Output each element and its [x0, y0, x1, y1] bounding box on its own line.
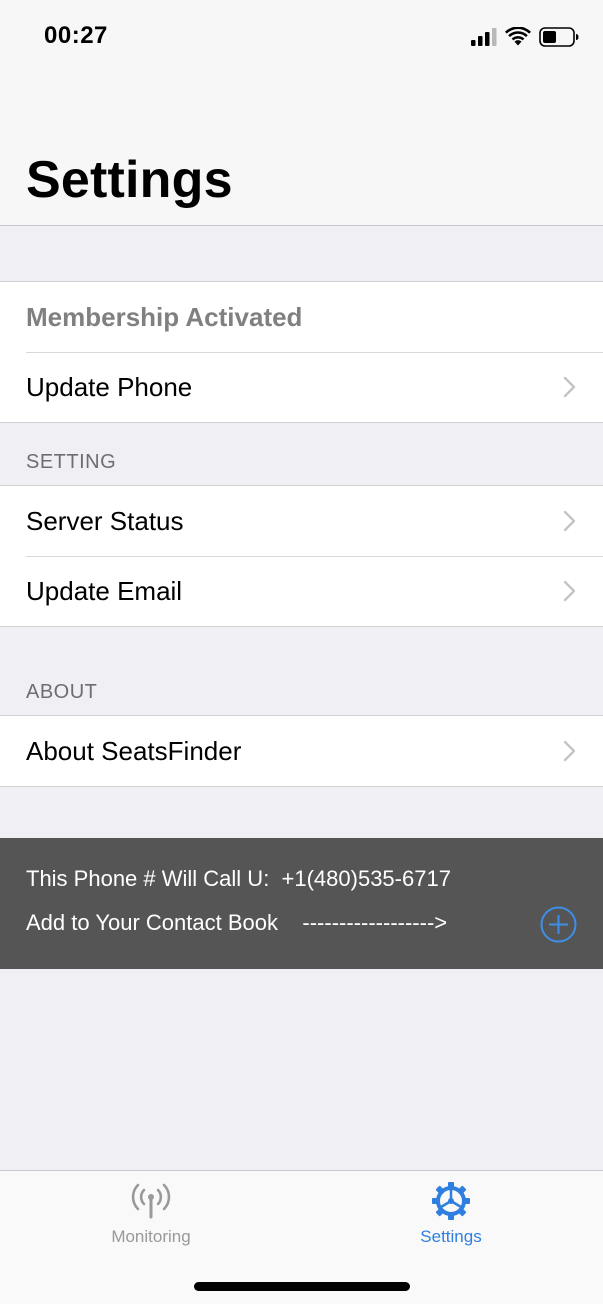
chevron-right-icon [563, 740, 576, 762]
status-bar: 00:27 [0, 0, 603, 80]
setting-group: Server Status Update Email [0, 485, 603, 627]
update-phone-row[interactable]: Update Phone [0, 352, 603, 422]
add-contact-text: Add to Your Contact Book ---------------… [26, 910, 448, 935]
home-indicator[interactable] [194, 1282, 410, 1291]
plus-circle-icon [540, 906, 577, 943]
gear-icon [432, 1182, 470, 1220]
chevron-right-icon [563, 510, 576, 532]
tab-settings-label: Settings [420, 1227, 482, 1246]
battery-icon [539, 27, 579, 47]
status-icons [471, 24, 579, 50]
chevron-right-icon [563, 376, 576, 398]
add-contact-button[interactable] [540, 906, 577, 943]
wifi-icon [505, 27, 531, 46]
update-email-row[interactable]: Update Email [0, 556, 603, 626]
call-phone-text: This Phone # Will Call U: +1(480)535-671… [26, 866, 451, 891]
tab-monitoring[interactable]: Monitoring [61, 1181, 241, 1261]
contact-banner: This Phone # Will Call U: +1(480)535-671… [0, 838, 603, 969]
server-status-label: Server Status [26, 505, 184, 536]
nav-header: Settings [0, 80, 603, 226]
update-phone-label: Update Phone [26, 371, 193, 402]
tab-settings[interactable]: Settings [361, 1181, 541, 1261]
status-time: 00:27 [44, 22, 108, 49]
update-email-label: Update Email [26, 575, 183, 606]
about-group: About SeatsFinder [0, 715, 603, 787]
server-status-row[interactable]: Server Status [0, 486, 603, 556]
membership-activated-row: Membership Activated [0, 282, 603, 352]
tab-monitoring-label: Monitoring [111, 1227, 191, 1246]
about-seatsfinder-label: About SeatsFinder [26, 735, 242, 766]
about-seatsfinder-row[interactable]: About SeatsFinder [0, 716, 603, 786]
membership-activated-label: Membership Activated [26, 301, 303, 332]
membership-group: Membership Activated Update Phone [0, 281, 603, 423]
signal-icon [471, 28, 497, 46]
antenna-icon [131, 1183, 171, 1219]
setting-section-header: SETTING [26, 451, 117, 473]
page-title: Settings [26, 151, 233, 209]
chevron-right-icon [563, 580, 576, 602]
about-section-header: ABOUT [26, 681, 98, 703]
